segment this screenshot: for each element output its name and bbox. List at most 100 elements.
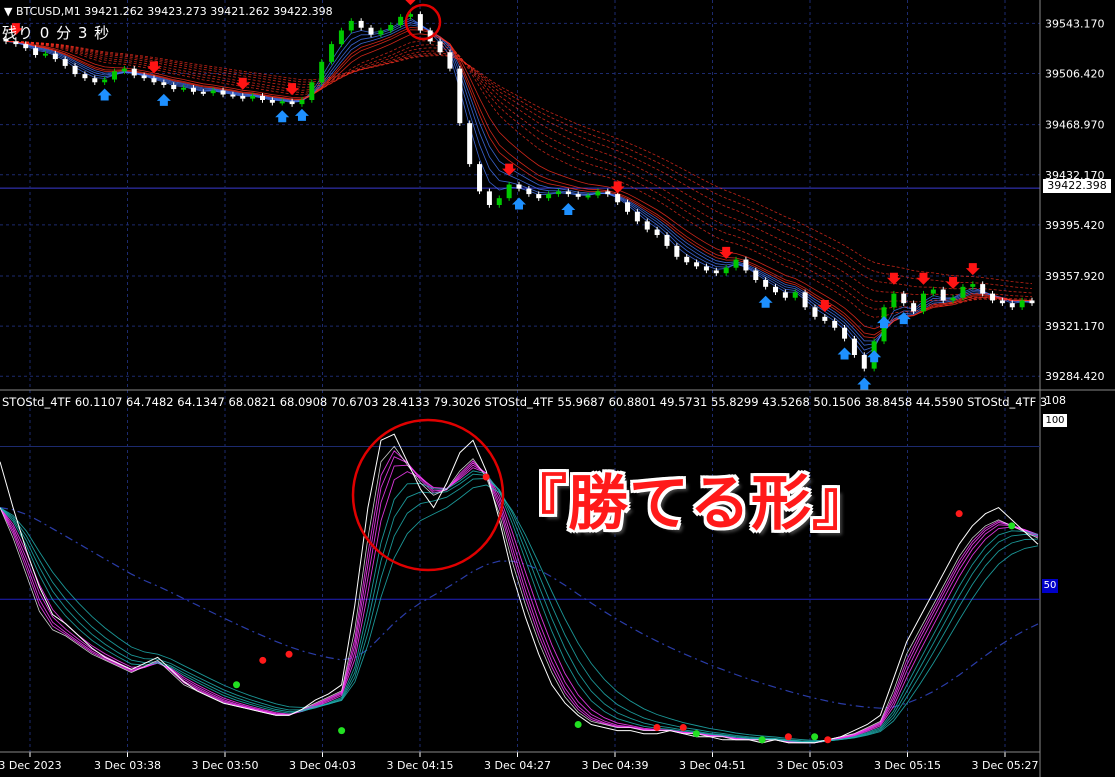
candle-body	[181, 87, 187, 90]
candle-body	[654, 229, 660, 235]
stoch-green-dot	[338, 727, 346, 735]
candle-body	[753, 270, 759, 280]
candle-body	[131, 68, 137, 76]
stoch-green-dot	[692, 730, 700, 738]
stoch-green-dot	[1008, 522, 1016, 530]
candle-body	[565, 191, 571, 195]
stoch-scale-top: 108	[1045, 394, 1066, 407]
candle-body	[891, 293, 897, 308]
candle-body	[417, 14, 423, 31]
candle-body	[585, 195, 591, 198]
candle-body	[319, 61, 325, 83]
candle-body	[694, 262, 700, 267]
candle-body	[733, 259, 739, 268]
candle-body	[644, 221, 650, 230]
candle-body	[299, 100, 305, 105]
candle-timer: 残り 0 分 3 秒	[2, 24, 111, 42]
candle-body	[161, 82, 167, 85]
candle-body	[536, 194, 542, 199]
candle-body	[861, 355, 867, 369]
time-tick-label: 3 Dec 04:51	[679, 759, 746, 772]
candle-body	[240, 95, 246, 99]
candle-body	[516, 184, 522, 189]
stoch-red-dot	[784, 733, 792, 741]
candle-body	[42, 53, 48, 56]
candle-body	[526, 188, 532, 195]
candle-body	[250, 95, 256, 99]
candle-body	[546, 194, 552, 199]
price-tick-label: 39543.170	[1045, 17, 1105, 30]
candle-body	[23, 44, 29, 49]
candle-body	[171, 85, 177, 90]
candle-body	[1009, 303, 1015, 308]
candle-body	[950, 297, 956, 301]
candle-body	[999, 300, 1005, 304]
candle-body	[388, 25, 394, 31]
candle-body	[269, 100, 275, 103]
time-tick-label: 3 Dec 05:15	[874, 759, 941, 772]
candle-body	[960, 286, 966, 298]
candle-body	[467, 123, 473, 165]
candle-body	[289, 101, 295, 105]
candle-body	[260, 95, 265, 100]
candle-body	[348, 20, 354, 31]
candle-body	[486, 191, 492, 205]
candle-body	[940, 289, 946, 301]
candle-body	[684, 256, 690, 263]
candle-body	[1029, 300, 1035, 304]
stoch-red-dot	[679, 724, 687, 732]
candle-body	[980, 284, 986, 294]
stoch-red-dot	[955, 510, 963, 518]
candle-body	[901, 293, 907, 304]
candle-body	[1019, 300, 1025, 308]
stoch-scale-100: 100	[1043, 414, 1067, 427]
time-tick-label: 3 Dec 04:39	[582, 759, 649, 772]
candle-body	[625, 202, 631, 212]
candle-body	[329, 44, 335, 62]
candle-body	[52, 53, 58, 60]
candle-body	[822, 316, 828, 321]
candle-body	[832, 320, 838, 328]
stoch-green-dot	[574, 721, 582, 728]
indicator-values: STOStd_4TF 60.1107 64.7482 64.1347 68.08…	[2, 395, 1048, 409]
time-tick-label: 3 Dec 05:03	[777, 759, 844, 772]
stoch-red-dot	[824, 736, 832, 744]
price-tick-label: 39468.970	[1045, 119, 1105, 132]
candle-body	[279, 101, 285, 104]
stoch-scale-50: 50	[1042, 579, 1058, 593]
candle-body	[496, 198, 502, 205]
candle-body	[200, 91, 206, 94]
candle-body	[62, 59, 68, 66]
candle-body	[970, 284, 976, 287]
stoch-red-dot	[259, 656, 267, 664]
candle-body	[575, 194, 581, 197]
current-price-label: 39422.398	[1043, 179, 1111, 193]
price-tick-label: 39321.170	[1045, 320, 1105, 333]
candle-body	[477, 164, 483, 192]
candle-body	[338, 30, 344, 45]
candle-body	[802, 292, 808, 308]
candle-body	[664, 235, 670, 246]
caption-text: 『勝てる形』	[507, 469, 873, 539]
candle-body	[112, 71, 118, 80]
candle-body	[851, 338, 857, 355]
candle-body	[220, 90, 226, 95]
candle-body	[930, 289, 936, 294]
candle-body	[230, 94, 236, 97]
candle-body	[92, 78, 98, 83]
candle-body	[210, 90, 216, 94]
time-tick-label: 3 Dec 05:27	[972, 759, 1039, 772]
candle-body	[368, 27, 374, 35]
candle-body	[358, 20, 364, 28]
symbol-info: ▼ BTCUSD,M1 39421.262 39423.273 39421.26…	[4, 5, 333, 18]
stoch-red-dot	[653, 724, 661, 732]
time-tick-label: 3 Dec 04:03	[289, 759, 356, 772]
candle-body	[121, 68, 127, 72]
candle-body	[615, 194, 621, 203]
candle-body	[605, 191, 611, 195]
candle-body	[151, 78, 157, 83]
candle-body	[713, 270, 719, 274]
price-tick-label: 39506.420	[1045, 68, 1105, 81]
candle-body	[72, 65, 78, 75]
candle-body	[457, 68, 463, 124]
